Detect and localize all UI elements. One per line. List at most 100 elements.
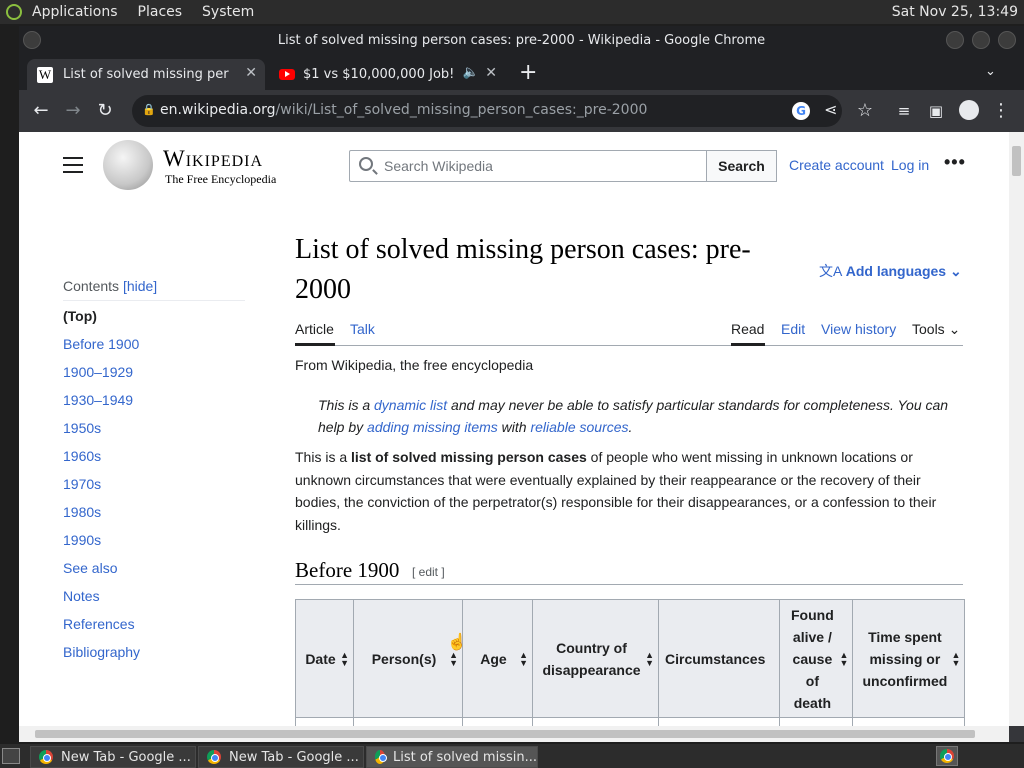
address-bar[interactable]: 🔒 en.wikipedia.org/wiki/List_of_solved_m… [132,95,842,127]
toc-item-notes[interactable]: Notes [63,588,100,604]
toc-item-top[interactable]: (Top) [63,308,97,324]
bookmark-star-icon[interactable]: ☆ [853,99,877,123]
share-icon[interactable]: ⋖ [824,100,837,119]
toc-item-1990s[interactable]: 1990s [63,532,101,548]
tray-chrome-icon[interactable] [936,746,958,766]
url-text[interactable]: en.wikipedia.org/wiki/List_of_solved_mis… [160,102,647,118]
applications-menu[interactable]: Applications [32,4,118,20]
window-menu-icon[interactable] [23,31,41,49]
distro-logo-icon[interactable] [6,4,22,20]
tab-search-icon[interactable]: ⌄ [985,64,996,79]
audio-playing-icon[interactable]: 🔈 [463,65,479,80]
google-lens-icon[interactable]: G [792,102,810,120]
reliable-sources-link[interactable]: reliable sources [530,419,628,435]
panel-clock[interactable]: Sat Nov 25, 13:49 [892,4,1018,20]
toc-item-1980s[interactable]: 1980s [63,504,101,520]
wikipedia-wordmark[interactable]: Wikipedia [163,146,263,172]
tab-view-history[interactable]: View history [821,321,896,337]
chrome-icon [375,750,387,764]
tab-label: $1 vs $10,000,000 Job! - Y [303,67,453,82]
search-input[interactable] [384,151,694,181]
horizontal-scrollbar[interactable] [19,726,1009,742]
page-title: List of solved missing person cases: pre… [295,234,751,305]
toc-item-before-1900[interactable]: Before 1900 [63,336,139,352]
active-tab-indicator [295,343,335,346]
dynamic-list-hatnote: This is a dynamic list and may never be … [318,397,949,435]
wikipedia-globe-logo[interactable] [103,140,153,190]
tab-youtube[interactable]: $1 vs $10,000,000 Job! - Y 🔈 ✕ [269,59,505,90]
adding-missing-items-link[interactable]: adding missing items [367,419,498,435]
taskbar-item-wikipedia[interactable]: List of solved missin... [366,746,538,768]
column-header-found-alive[interactable]: Found alive / cause of death ▲ ▼ [779,599,854,718]
main-menu-icon[interactable] [63,157,83,173]
window-title-bar[interactable]: List of solved missing person cases: pre… [19,26,1024,56]
media-controls-icon[interactable]: ≡ [892,99,916,123]
places-menu[interactable]: Places [138,4,183,20]
scrollbar-thumb[interactable] [1012,146,1021,176]
add-languages-button[interactable]: 文A Add languages ⌄ [819,261,962,281]
tab-edit[interactable]: Edit [781,321,805,337]
create-account-link[interactable]: Create account [789,157,884,173]
column-header-age[interactable]: Age ▲ ▼ [462,599,533,718]
chrome-icon [207,750,221,764]
close-tab-icon[interactable]: ✕ [245,65,257,81]
vertical-scrollbar[interactable] [1009,132,1024,726]
section-edit-link[interactable]: [ edit ] [412,565,445,579]
back-icon[interactable]: ← [29,99,53,123]
taskbar-item-new-tab-2[interactable]: New Tab - Google ... [198,746,364,768]
tab-talk[interactable]: Talk [350,321,375,337]
toc-item-1970s[interactable]: 1970s [63,476,101,492]
maximize-icon[interactable] [972,31,990,49]
column-header-time-spent[interactable]: Time spent missing or unconfirmed ▲ ▼ [852,599,966,718]
lock-icon[interactable]: 🔒 [142,103,156,116]
tab-wikipedia[interactable]: W List of solved missing person c ✕ [27,59,265,90]
taskbar-item-new-tab-1[interactable]: New Tab - Google ... [30,746,196,768]
log-in-link[interactable]: Log in [891,157,929,173]
forward-icon[interactable]: → [61,99,85,123]
personal-tools-more-icon[interactable]: ••• [944,152,966,173]
top-panel: Applications Places System Sat Nov 25, 1… [0,0,1024,24]
tools-menu[interactable]: Tools ⌄ [912,321,960,338]
toc-item-see-also[interactable]: See also [63,560,117,576]
sort-icon: ▲ ▼ [519,649,528,668]
toc-item-1930-1949[interactable]: 1930–1949 [63,392,133,408]
tab-read[interactable]: Read [731,321,764,337]
tab-article[interactable]: Article [295,321,334,337]
column-header-circumstances[interactable]: Circumstances [657,599,781,718]
chrome-menu-icon[interactable]: ⋮ [989,99,1013,123]
tab-strip: W List of solved missing person c ✕ $1 v… [19,56,1024,90]
search-box[interactable] [349,150,707,182]
toc-item-bibliography[interactable]: Bibliography [63,644,140,660]
youtube-icon [279,69,295,80]
dynamic-list-link[interactable]: dynamic list [374,397,447,413]
chrome-icon [39,750,53,764]
system-menu[interactable]: System [202,4,254,20]
close-tab-icon[interactable]: ✕ [485,65,497,81]
search-button[interactable]: Search [706,150,777,182]
show-desktop-icon[interactable] [2,748,20,764]
sort-icon: ▲ ▼ [340,649,349,668]
toc-item-1900-1929[interactable]: 1900–1929 [63,364,133,380]
toc-item-1960s[interactable]: 1960s [63,448,101,464]
scrollbar-thumb[interactable] [35,730,975,738]
profile-icon[interactable] [959,100,979,120]
toc-title: Contents [hide] [63,278,158,294]
toc-divider [63,300,245,301]
sort-icon: ▲ ▼ [645,649,654,668]
new-tab-icon[interactable]: + [519,60,537,85]
toc-item-1950s[interactable]: 1950s [63,420,101,436]
toc-hide-link[interactable]: [hide] [123,278,157,294]
table-row [295,717,966,726]
reload-icon[interactable]: ↻ [93,99,117,123]
section-heading-before-1900: Before 1900 [295,558,400,582]
column-header-date[interactable]: Date ▲ ▼ [295,599,354,718]
toc-item-references[interactable]: References [63,616,135,632]
close-window-icon[interactable] [998,31,1016,49]
tabs-divider [295,345,963,346]
column-header-country[interactable]: Country of disappearance ▲ ▼ [532,599,659,718]
column-header-persons[interactable]: Person(s) ▲ ▼ [353,599,463,718]
intro-paragraph: This is a list of solved missing person … [295,449,937,533]
side-panel-icon[interactable]: ▣ [924,99,948,123]
chevron-down-icon: ⌄ [949,263,962,279]
minimize-icon[interactable] [946,31,964,49]
